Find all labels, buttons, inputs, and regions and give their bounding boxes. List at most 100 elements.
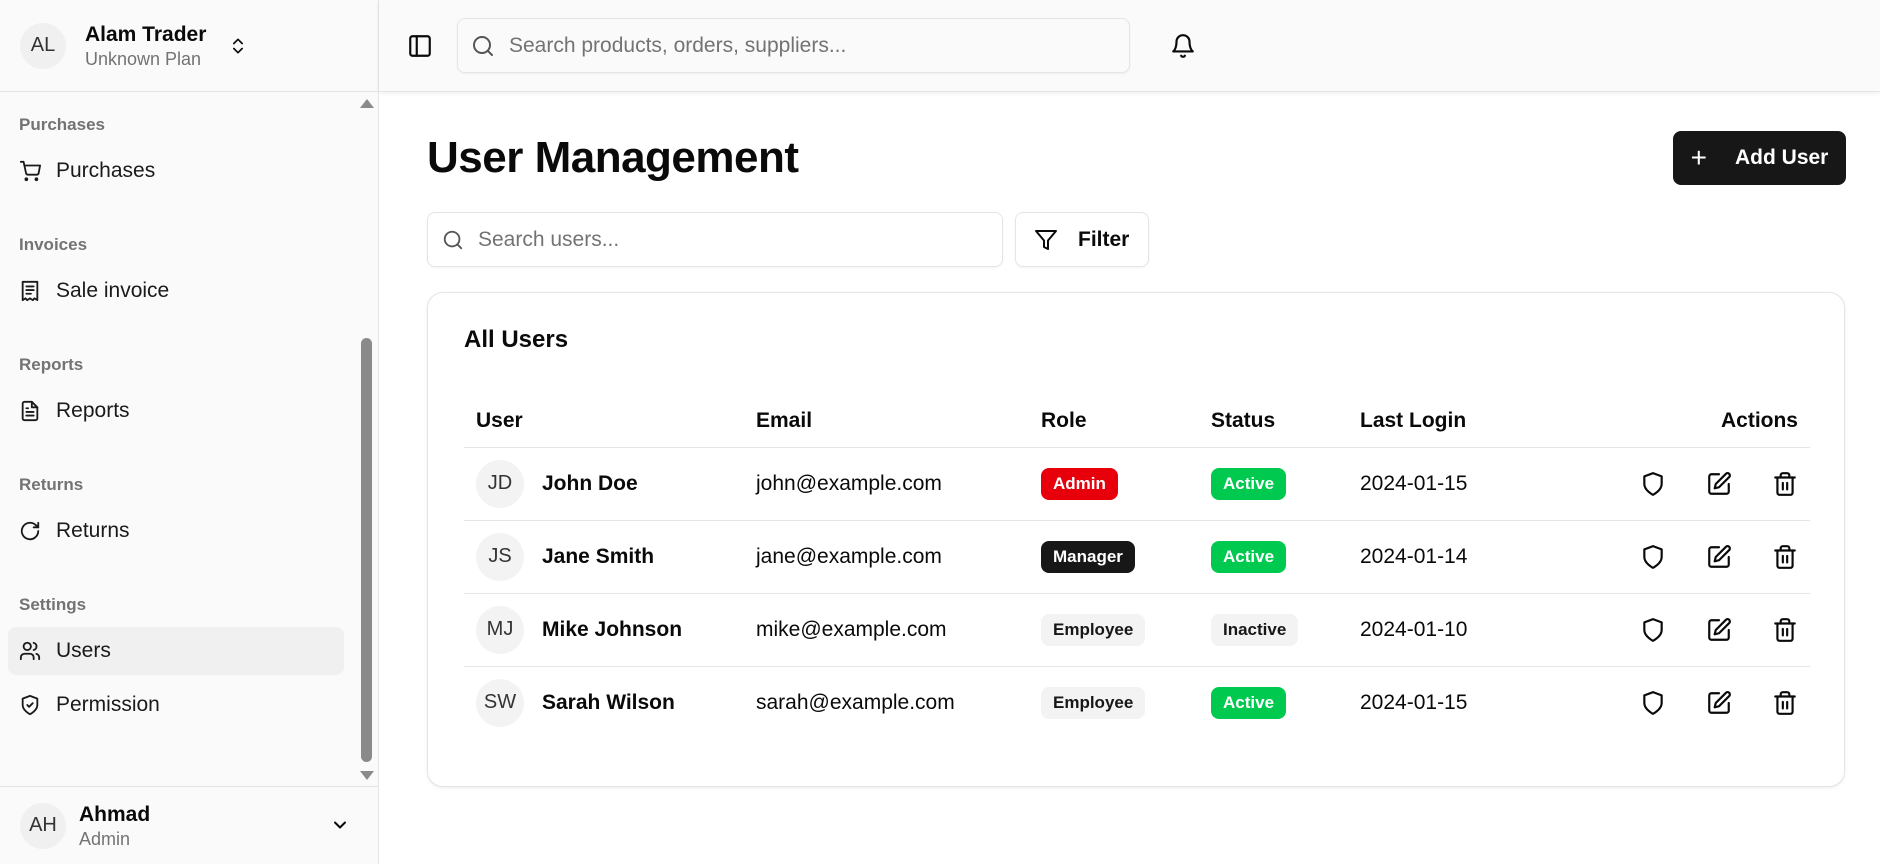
sidebar-toggle-icon[interactable] bbox=[407, 33, 433, 59]
table-row: SW Sarah Wilson sarah@example.com Employ… bbox=[464, 666, 1810, 739]
nav-group-settings: Settings bbox=[19, 595, 87, 614]
edit-icon[interactable] bbox=[1706, 617, 1732, 643]
search-icon bbox=[473, 35, 493, 56]
file-text-icon bbox=[21, 400, 39, 422]
role-badge: Employee bbox=[1041, 613, 1146, 646]
org-plan: Unknown Plan bbox=[85, 48, 202, 69]
chevron-down-icon[interactable] bbox=[330, 815, 350, 835]
bell-icon[interactable] bbox=[1170, 33, 1196, 59]
global-search[interactable] bbox=[457, 18, 1130, 73]
trash-icon[interactable] bbox=[1772, 690, 1798, 716]
sidebar-nav: Purchases Purchases Invoices Sale invoic… bbox=[0, 93, 356, 786]
user-management-page: User Management + Add User Filter All Us… bbox=[379, 92, 1880, 787]
nav-group-invoices: Invoices bbox=[19, 235, 88, 254]
filter-icon bbox=[1035, 229, 1057, 250]
sidebar-item-reports[interactable]: Reports bbox=[8, 387, 344, 435]
column-header-status: Status bbox=[1211, 395, 1360, 448]
role-badge: Employee bbox=[1041, 686, 1146, 719]
user-search[interactable] bbox=[427, 212, 1003, 267]
add-user-button[interactable]: + Add User bbox=[1673, 131, 1846, 185]
nav-group-reports: Reports bbox=[19, 355, 84, 374]
scroll-down-arrow-icon[interactable] bbox=[360, 771, 374, 780]
receipt-icon bbox=[21, 280, 39, 302]
user-role: Admin bbox=[79, 828, 131, 849]
shield-check-icon bbox=[21, 694, 39, 716]
shield-icon[interactable] bbox=[1640, 617, 1666, 643]
column-header-user: User bbox=[464, 395, 756, 448]
chevrons-up-down-icon[interactable] bbox=[228, 34, 248, 58]
user-name-cell: John Doe bbox=[542, 471, 638, 495]
main-area: User Management + Add User Filter All Us… bbox=[379, 0, 1880, 864]
global-search-input[interactable] bbox=[509, 33, 1069, 58]
email-cell: jane@example.com bbox=[756, 520, 1041, 594]
shield-icon[interactable] bbox=[1640, 471, 1666, 497]
sidebar-item-label: Purchases bbox=[56, 159, 156, 182]
shield-icon[interactable] bbox=[1640, 544, 1666, 570]
avatar: JD bbox=[476, 459, 524, 508]
sidebar-item-label: Sale invoice bbox=[56, 279, 170, 302]
sidebar-item-sale-invoice[interactable]: Sale invoice bbox=[8, 267, 344, 315]
sidebar-item-label: Returns bbox=[56, 519, 130, 542]
edit-icon[interactable] bbox=[1706, 544, 1732, 570]
scroll-thumb[interactable] bbox=[361, 338, 372, 762]
user-name-cell: Jane Smith bbox=[542, 544, 655, 568]
status-badge: Active bbox=[1211, 467, 1287, 500]
last-login-cell: 2024-01-14 bbox=[1360, 520, 1560, 594]
shield-icon[interactable] bbox=[1640, 690, 1666, 716]
sidebar-item-returns[interactable]: Returns bbox=[8, 507, 344, 555]
user-name-cell: Mike Johnson bbox=[542, 617, 683, 641]
table-row: JS Jane Smith jane@example.com Manager A… bbox=[464, 520, 1810, 594]
edit-icon[interactable] bbox=[1706, 690, 1732, 716]
user-search-input[interactable] bbox=[478, 227, 978, 252]
role-badge: Admin bbox=[1041, 467, 1118, 500]
cart-icon bbox=[19, 160, 41, 182]
column-header-actions: Actions bbox=[1560, 395, 1810, 448]
table-row: MJ Mike Johnson mike@example.com Employe… bbox=[464, 593, 1810, 667]
nav-group-purchases: Purchases bbox=[19, 115, 105, 134]
filter-button[interactable]: Filter bbox=[1015, 212, 1149, 267]
scroll-up-arrow-icon[interactable] bbox=[360, 99, 374, 108]
add-user-label: Add User bbox=[1735, 146, 1829, 169]
plus-icon: + bbox=[1690, 142, 1707, 173]
search-icon bbox=[443, 230, 463, 249]
sidebar-item-label: Permission bbox=[56, 693, 160, 716]
topbar bbox=[379, 0, 1880, 92]
email-cell: sarah@example.com bbox=[756, 690, 955, 714]
last-login-cell: 2024-01-15 bbox=[1360, 447, 1560, 521]
sidebar-item-purchases[interactable]: Purchases bbox=[8, 147, 344, 195]
user-name-cell: Sarah Wilson bbox=[542, 690, 675, 714]
sidebar-item-label: Reports bbox=[56, 399, 130, 422]
email-cell: mike@example.com bbox=[756, 593, 1041, 667]
trash-icon[interactable] bbox=[1772, 544, 1798, 570]
users-card: All Users User Email Role Status Last Lo… bbox=[427, 292, 1845, 787]
table-header-row: User Email Role Status Last Login Action… bbox=[464, 395, 1810, 448]
avatar: JS bbox=[476, 532, 524, 581]
email-cell: john@example.com bbox=[756, 447, 1041, 521]
org-avatar: AL bbox=[20, 22, 66, 69]
card-title: All Users bbox=[464, 326, 569, 353]
filter-label: Filter bbox=[1078, 227, 1130, 251]
role-badge: Manager bbox=[1041, 540, 1135, 573]
sidebar-item-users[interactable]: Users bbox=[8, 627, 344, 675]
avatar: SW bbox=[476, 678, 524, 727]
sidebar-item-label: Users bbox=[56, 639, 111, 662]
current-user-menu[interactable]: AH Ahmad Admin bbox=[0, 786, 378, 864]
users-icon bbox=[19, 641, 41, 661]
sidebar: AL Alam Trader Unknown Plan Purchases Pu… bbox=[0, 0, 379, 864]
org-switcher[interactable]: AL Alam Trader Unknown Plan bbox=[0, 0, 378, 92]
sidebar-item-permission[interactable]: Permission bbox=[8, 681, 344, 729]
sidebar-scrollbar[interactable] bbox=[358, 93, 374, 786]
nav-group-returns: Returns bbox=[19, 475, 84, 494]
column-header-email: Email bbox=[756, 395, 1041, 448]
trash-icon[interactable] bbox=[1772, 617, 1798, 643]
user-avatar: AH bbox=[20, 802, 66, 849]
rotate-icon bbox=[20, 521, 40, 541]
edit-icon[interactable] bbox=[1706, 471, 1732, 497]
page-title: User Management bbox=[427, 133, 799, 182]
column-header-last-login: Last Login bbox=[1360, 395, 1560, 448]
table-row: JD John Doe john@example.com Admin Activ… bbox=[464, 447, 1810, 521]
last-login-cell: 2024-01-15 bbox=[1360, 690, 1468, 714]
user-name: Ahmad bbox=[79, 802, 151, 826]
org-name: Alam Trader bbox=[85, 22, 207, 46]
trash-icon[interactable] bbox=[1772, 471, 1798, 497]
